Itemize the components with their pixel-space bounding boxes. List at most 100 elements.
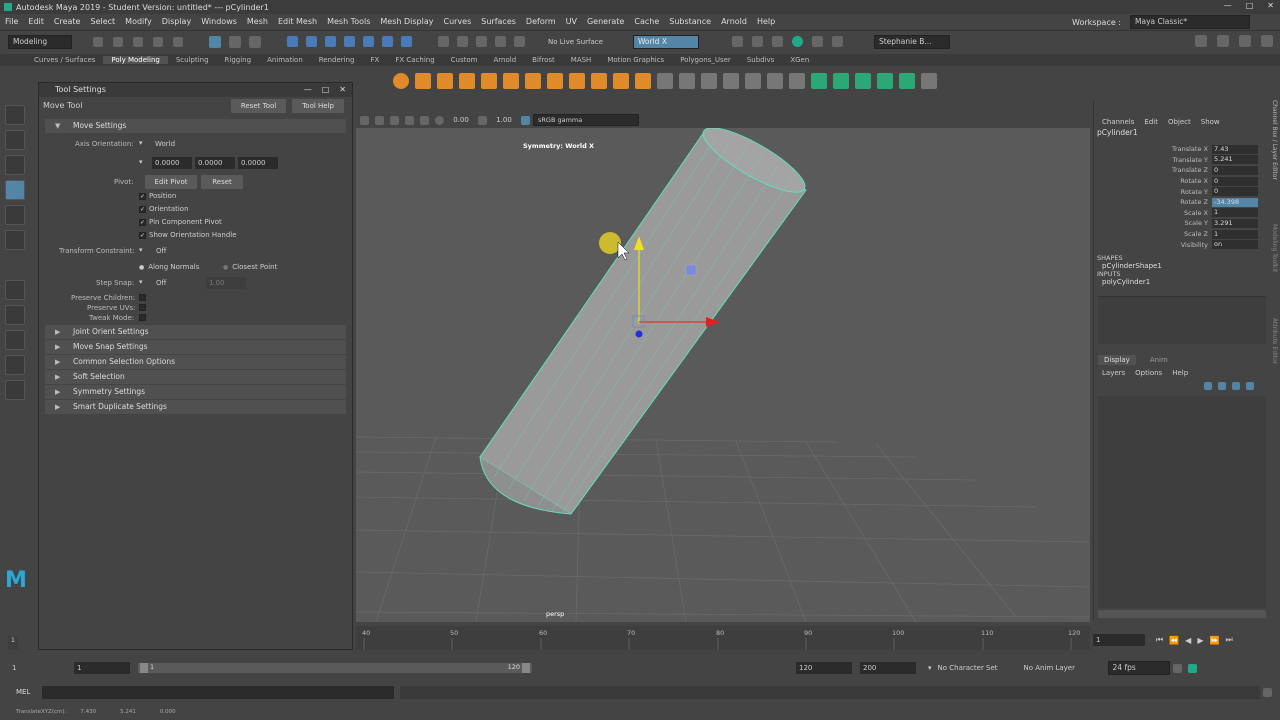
- mask-handles-icon[interactable]: [287, 36, 298, 47]
- poly-torus-icon[interactable]: [481, 73, 497, 89]
- bevel-icon[interactable]: [767, 73, 783, 89]
- menu-generate[interactable]: Generate: [582, 17, 629, 26]
- automatic-mapping-icon[interactable]: [855, 73, 871, 89]
- tool-settings-icon[interactable]: [1239, 35, 1251, 47]
- menu-edit-mesh[interactable]: Edit Mesh: [273, 17, 322, 26]
- multi-cut-icon[interactable]: [701, 73, 717, 89]
- menu-mesh-tools[interactable]: Mesh Tools: [322, 17, 375, 26]
- snap-view-plane-icon[interactable]: [495, 36, 506, 47]
- move-settings-section[interactable]: ▼ Move Settings: [45, 119, 346, 133]
- select-by-component-icon[interactable]: [249, 35, 261, 48]
- shelf-tab-xgen[interactable]: XGen: [782, 56, 817, 64]
- scale-tool-icon[interactable]: [5, 230, 25, 250]
- attr-scale-y[interactable]: Scale Y 3.291: [1094, 218, 1264, 229]
- common-selection-options-section[interactable]: ▶ Common Selection Options: [45, 355, 346, 369]
- gamma-icon[interactable]: [478, 115, 487, 125]
- menuset-dropdown[interactable]: Modeling: [8, 34, 72, 49]
- input-node[interactable]: polyCylinder1: [1094, 278, 1280, 286]
- menu-windows[interactable]: Windows: [196, 17, 242, 26]
- menu-mesh[interactable]: Mesh: [242, 17, 273, 26]
- show-orientation-handle-checkbox[interactable]: ✓ Show Orientation Handle: [139, 231, 237, 239]
- menu-help[interactable]: Help: [752, 17, 780, 26]
- reset-pivot-button[interactable]: Reset: [201, 175, 243, 189]
- command-input[interactable]: [42, 685, 395, 699]
- time-slider[interactable]: 40 50 60 70 80 90 100 110 120: [356, 626, 1090, 650]
- cylindrical-mapping-icon[interactable]: [877, 73, 893, 89]
- new-empty-layer-icon[interactable]: [1232, 382, 1240, 390]
- panel-maximize-icon[interactable]: □: [322, 83, 330, 97]
- resolution-gate-icon[interactable]: [420, 115, 429, 125]
- shelf-tab-motion-graphics[interactable]: Motion Graphics: [599, 56, 672, 64]
- playback-start-field[interactable]: 1: [74, 662, 130, 674]
- attr-rotate-z[interactable]: Rotate Z -34.398: [1094, 197, 1264, 208]
- shelf-tab-polygons-user[interactable]: Polygons_User: [672, 56, 739, 64]
- shelf-tab-fx[interactable]: FX: [363, 56, 388, 64]
- script-editor-icon[interactable]: [1263, 687, 1273, 697]
- cb-object-menu[interactable]: Object: [1168, 118, 1191, 126]
- attr-scale-z[interactable]: Scale Z1: [1094, 229, 1264, 240]
- attr-translate-y[interactable]: Translate Y 5.241: [1094, 155, 1264, 166]
- orientation-checkbox[interactable]: ✓ Orientation: [139, 205, 189, 213]
- viewport-scene[interactable]: [356, 112, 1090, 622]
- new-layer-selected-icon[interactable]: [1246, 382, 1254, 390]
- paint-select-tool-icon[interactable]: [5, 155, 25, 175]
- menu-file[interactable]: File: [0, 17, 23, 26]
- minimize-icon[interactable]: —: [1224, 1, 1232, 10]
- attr-visibility[interactable]: Visibility on: [1094, 239, 1264, 250]
- pin-component-pivot-checkbox[interactable]: ✓ Pin Component Pivot: [139, 218, 222, 226]
- new-scene-icon[interactable]: [93, 36, 103, 47]
- shelf-tab-curves-surfaces[interactable]: Curves / Surfaces: [26, 56, 103, 64]
- poly-disc-icon[interactable]: [525, 73, 541, 89]
- move-layer-up-icon[interactable]: [1204, 382, 1212, 390]
- channels-menu[interactable]: Channels: [1102, 118, 1134, 126]
- menu-curves[interactable]: Curves: [438, 17, 476, 26]
- exposure-icon[interactable]: [435, 115, 444, 125]
- poly-plane-icon[interactable]: [503, 73, 519, 89]
- attr-scale-x[interactable]: Scale X1: [1094, 208, 1264, 219]
- magnet-icon[interactable]: [514, 36, 525, 47]
- side-by-side-view-icon[interactable]: [5, 355, 25, 375]
- channel-box-icon[interactable]: [1261, 35, 1273, 47]
- fps-dropdown[interactable]: 24 fps: [1107, 661, 1170, 675]
- range-bar[interactable]: 1 120: [138, 663, 532, 673]
- closest-point-radio[interactable]: ● Closest Point: [223, 263, 277, 271]
- rotate-tool-icon[interactable]: [5, 205, 25, 225]
- snap-grid-icon[interactable]: [438, 36, 449, 47]
- insert-edge-loop-icon[interactable]: [723, 73, 739, 89]
- tool-help-button[interactable]: Tool Help: [292, 99, 344, 113]
- four-view-icon[interactable]: [5, 330, 25, 350]
- edit-pivot-button[interactable]: Edit Pivot: [145, 175, 197, 189]
- layers-menu[interactable]: Layers: [1102, 369, 1125, 377]
- redo-icon[interactable]: [173, 36, 183, 47]
- render-settings-icon[interactable]: [771, 36, 783, 47]
- snap-curve-icon[interactable]: [457, 36, 468, 47]
- mask-surfaces-icon[interactable]: [344, 36, 355, 47]
- poly-cube-icon[interactable]: [415, 73, 431, 89]
- shelf-tab-mash[interactable]: MASH: [563, 56, 600, 64]
- mask-curves-icon[interactable]: [325, 36, 336, 47]
- anim-layer-tab[interactable]: Anim: [1150, 356, 1168, 364]
- layer-help-menu[interactable]: Help: [1172, 369, 1188, 377]
- character-set-dropdown[interactable]: No Character Set: [938, 664, 1018, 672]
- shelf-tab-subdivs[interactable]: Subdivs: [739, 56, 783, 64]
- colorspace-dropdown[interactable]: sRGB gamma: [533, 114, 639, 126]
- mask-rendering-icon[interactable]: [401, 36, 412, 47]
- playback-end-field[interactable]: 120: [796, 662, 852, 674]
- attribute-editor-icon[interactable]: [1217, 35, 1229, 47]
- symmetry-settings-section[interactable]: ▶ Symmetry Settings: [45, 385, 346, 399]
- boolean-icon[interactable]: [679, 73, 695, 89]
- delete-history-icon[interactable]: [921, 73, 937, 89]
- modeling-toolkit-icon[interactable]: [1195, 35, 1207, 47]
- platonic-solid-icon[interactable]: [547, 73, 563, 89]
- shelf-tab-arnold[interactable]: Arnold: [486, 56, 525, 64]
- smooth-icon[interactable]: [657, 73, 673, 89]
- position-checkbox[interactable]: ✓ Position: [139, 192, 176, 200]
- menu-arnold[interactable]: Arnold: [716, 17, 752, 26]
- extrude-icon[interactable]: [789, 73, 805, 89]
- poly-sphere-icon[interactable]: [393, 73, 409, 89]
- soft-selection-section[interactable]: ▶ Soft Selection: [45, 370, 346, 384]
- live-surface-label[interactable]: No Live Surface: [548, 38, 603, 46]
- mask-dynamics-icon[interactable]: [382, 36, 393, 47]
- move-tool-icon[interactable]: [5, 180, 25, 200]
- separate-icon[interactable]: [613, 73, 629, 89]
